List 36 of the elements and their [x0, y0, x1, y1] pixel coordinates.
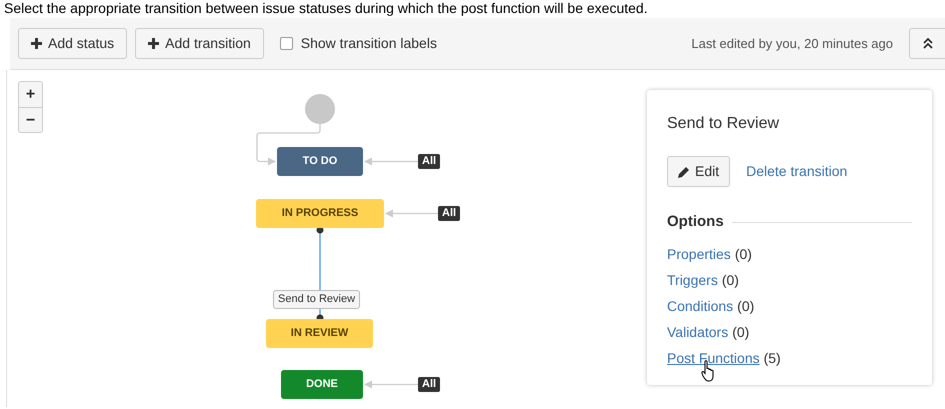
option-link[interactable]: Validators [667, 322, 728, 343]
zoom-out-button[interactable]: − [19, 107, 42, 132]
option-link[interactable]: Post Functions [667, 348, 760, 369]
pencil-icon [678, 166, 690, 178]
option-count: (0) [722, 271, 739, 290]
option-link[interactable]: Triggers [667, 270, 718, 291]
status-node[interactable]: DONE [281, 370, 363, 399]
option-count: (0) [737, 297, 754, 316]
edit-button[interactable]: Edit [667, 156, 730, 187]
transition-arrow[interactable] [256, 124, 321, 166]
status-node[interactable]: IN REVIEW [266, 319, 373, 348]
delete-transition-link[interactable]: Delete transition [746, 161, 848, 182]
transition-label[interactable]: Send to Review [273, 290, 360, 309]
checkbox[interactable] [280, 37, 293, 50]
option-count: (5) [764, 349, 781, 368]
zoom-in-button[interactable]: + [19, 82, 42, 107]
option-link[interactable]: Properties [667, 244, 731, 265]
options-heading: Options [667, 212, 724, 232]
instruction-text: Select the appropriate transition between issue statuses during which the post function will be executed. [4, 0, 649, 16]
global-transition-label[interactable]: All [438, 206, 460, 221]
global-transition-label[interactable]: All [418, 154, 440, 169]
status-node[interactable]: IN PROGRESS [256, 199, 384, 228]
last-edited-text: Last edited by you, 20 minutes ago [691, 34, 893, 53]
option-count: (0) [732, 323, 750, 342]
option-link[interactable]: Conditions [667, 296, 734, 317]
plus-icon [148, 38, 160, 49]
chevron-up-icon [922, 38, 932, 49]
panel-title: Send to Review [667, 114, 780, 134]
add-status-button[interactable]: Add status [18, 28, 128, 59]
option-count: (0) [734, 245, 752, 264]
plus-icon [31, 38, 42, 49]
global-transition-label[interactable]: All [418, 377, 440, 392]
collapse-button[interactable] [909, 28, 945, 59]
status-node[interactable]: TO DO [277, 147, 363, 176]
checkbox-label: Show transition labels [300, 34, 437, 53]
add-transition-button[interactable]: Add transition [135, 28, 264, 59]
